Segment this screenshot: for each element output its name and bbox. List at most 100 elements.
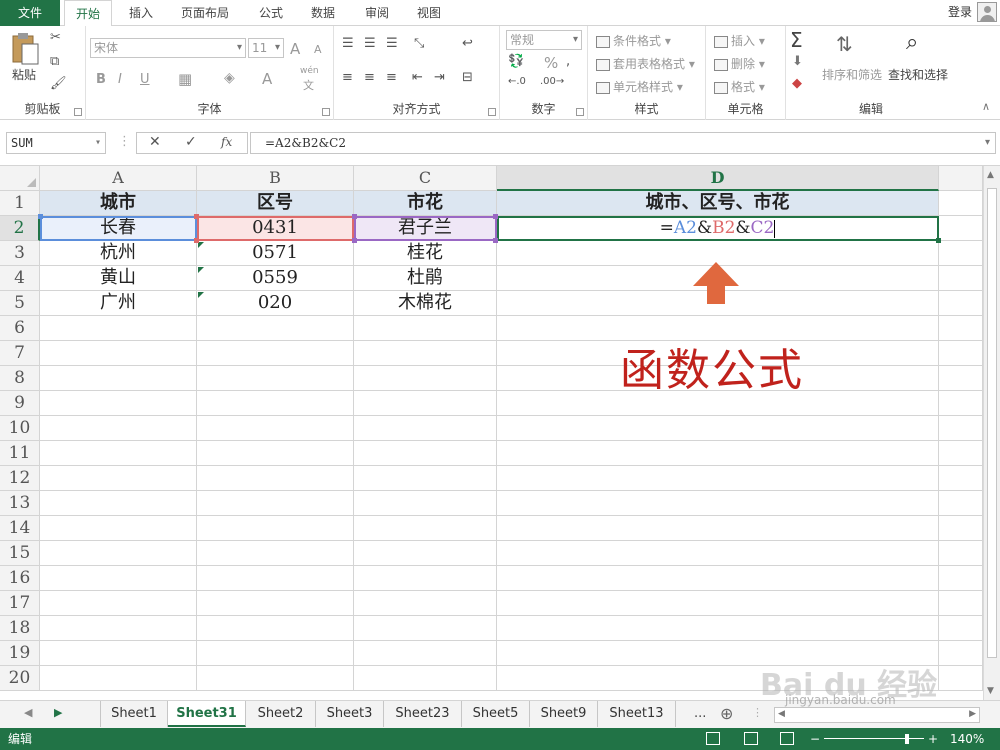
grid-cell[interactable] xyxy=(939,666,983,691)
grid-cell[interactable] xyxy=(354,516,497,541)
row-header-7[interactable]: 7 xyxy=(0,341,40,366)
grid-cell[interactable] xyxy=(40,491,197,516)
grid-cell[interactable] xyxy=(354,366,497,391)
row-header-13[interactable]: 13 xyxy=(0,491,40,516)
grid-cell[interactable] xyxy=(197,416,354,441)
cell-c5[interactable]: 木棉花 xyxy=(354,291,497,316)
copy-icon[interactable]: ⧉ xyxy=(50,54,59,69)
row-header-1[interactable]: 1 xyxy=(0,191,40,216)
formula-input[interactable]: =A2&B2&C2 ▾ xyxy=(250,132,996,154)
column-header-c[interactable]: C xyxy=(354,166,497,191)
cell-d2-editing[interactable]: =A2&B2&C2 xyxy=(497,216,939,241)
font-size-select[interactable]: 11 xyxy=(248,38,284,58)
comma-icon[interactable]: , xyxy=(566,54,570,69)
grid-cell[interactable] xyxy=(40,666,197,691)
autosum-icon[interactable]: Σ xyxy=(790,28,803,52)
orientation-icon[interactable]: ⤡ xyxy=(414,36,424,51)
fill-handle[interactable] xyxy=(936,238,941,243)
binoculars-icon[interactable]: ⌕ xyxy=(906,30,918,55)
row-header-19[interactable]: 19 xyxy=(0,641,40,666)
ref-handle-c2[interactable] xyxy=(352,214,357,219)
row-header-2[interactable]: 2 xyxy=(0,216,40,241)
zoom-slider-knob[interactable] xyxy=(905,734,909,744)
grid-cell[interactable] xyxy=(197,441,354,466)
tab-formulas[interactable]: 公式 xyxy=(248,0,294,26)
grid-cell[interactable] xyxy=(497,566,939,591)
grid-cell[interactable] xyxy=(197,341,354,366)
alignment-launcher-icon[interactable] xyxy=(488,108,496,116)
grid-cell[interactable] xyxy=(497,491,939,516)
worksheet-grid[interactable]: A B C D 1 2 3 4 5 6 7 8 9 10 11 12 13 14 15 16 17 18 19 20 … xyxy=(0,166,1000,700)
grid-cell[interactable] xyxy=(40,541,197,566)
grid-cell[interactable] xyxy=(354,616,497,641)
decrease-decimal-icon[interactable]: .00→ xyxy=(540,76,564,87)
merge-center-icon[interactable]: ⊟ xyxy=(462,70,473,85)
scroll-up-icon[interactable]: ▲ xyxy=(987,170,994,180)
sort-filter-icon[interactable]: ⇅ xyxy=(836,32,853,56)
row-header-12[interactable]: 12 xyxy=(0,466,40,491)
tab-home[interactable]: 开始 xyxy=(64,0,112,27)
row-header-20[interactable]: 20 xyxy=(0,666,40,691)
user-avatar-icon[interactable] xyxy=(977,2,997,22)
ref-handle-c2[interactable] xyxy=(352,238,357,243)
align-top-icon[interactable]: ☰ xyxy=(342,36,354,51)
column-header-d[interactable]: D xyxy=(497,166,939,191)
grid-cell[interactable] xyxy=(939,341,983,366)
format-painter-icon[interactable]: 🖌 xyxy=(50,76,67,91)
grid-cell[interactable] xyxy=(939,591,983,616)
align-bottom-icon[interactable]: ☰ xyxy=(386,36,398,51)
grid-cell[interactable] xyxy=(40,516,197,541)
grid-cell[interactable] xyxy=(40,616,197,641)
zoom-slider[interactable] xyxy=(824,738,924,739)
grid-cell[interactable] xyxy=(939,366,983,391)
grid-cell[interactable] xyxy=(939,516,983,541)
sheet-tab-sheet5[interactable]: Sheet5 xyxy=(462,701,530,727)
grid-cell[interactable] xyxy=(40,341,197,366)
cell-a3[interactable]: 杭州 xyxy=(40,241,197,266)
cut-icon[interactable]: ✂ xyxy=(50,30,61,45)
grid-cell[interactable] xyxy=(40,416,197,441)
grid-cell[interactable] xyxy=(939,216,983,241)
number-as-text-indicator[interactable] xyxy=(198,292,204,298)
delete-cells-button[interactable]: 删除 ▾ xyxy=(714,55,765,72)
grid-cell[interactable] xyxy=(939,441,983,466)
find-select-button[interactable]: 查找和选择 xyxy=(888,66,948,83)
name-box[interactable]: SUM ▾ xyxy=(6,132,106,154)
grid-cell[interactable] xyxy=(354,491,497,516)
ref-handle-c2[interactable] xyxy=(493,238,498,243)
wrap-text-icon[interactable]: ↩ xyxy=(462,36,473,51)
grid-cell[interactable] xyxy=(197,591,354,616)
grid-cell[interactable] xyxy=(40,441,197,466)
scroll-left-icon[interactable]: ◀ xyxy=(778,709,785,719)
page-layout-view-icon[interactable] xyxy=(744,732,758,745)
grid-cell[interactable] xyxy=(197,466,354,491)
grid-cell[interactable] xyxy=(497,516,939,541)
row-header-17[interactable]: 17 xyxy=(0,591,40,616)
zoom-in-icon[interactable]: + xyxy=(928,728,938,750)
grid-cell[interactable] xyxy=(40,566,197,591)
name-box-dropdown-icon[interactable]: ▾ xyxy=(95,133,101,153)
number-launcher-icon[interactable] xyxy=(576,108,584,116)
grid-cell[interactable] xyxy=(40,591,197,616)
grid-cell[interactable] xyxy=(939,391,983,416)
grid-cell[interactable] xyxy=(197,516,354,541)
grid-cell[interactable] xyxy=(197,616,354,641)
grid-cell[interactable] xyxy=(939,466,983,491)
font-name-select[interactable]: 宋体 xyxy=(90,38,246,58)
align-left-icon[interactable]: ≡ xyxy=(342,70,353,85)
grid-cell[interactable] xyxy=(197,491,354,516)
column-header-b[interactable]: B xyxy=(197,166,354,191)
tab-insert[interactable]: 插入 xyxy=(118,0,164,26)
vertical-scrollbar[interactable]: ▲ ▼ xyxy=(983,166,1000,700)
insert-function-icon[interactable]: fx xyxy=(221,135,232,149)
conditional-format-button[interactable]: 条件格式 ▾ xyxy=(596,32,671,49)
row-header-9[interactable]: 9 xyxy=(0,391,40,416)
sheet-tab-sheet23[interactable]: Sheet23 xyxy=(384,701,462,727)
cell-c1[interactable]: 市花 xyxy=(354,191,497,216)
horizontal-scrollbar[interactable]: ◀ ▶ xyxy=(774,707,980,723)
grid-cell[interactable] xyxy=(40,466,197,491)
align-middle-icon[interactable]: ☰ xyxy=(364,36,376,51)
insert-cells-button[interactable]: 插入 ▾ xyxy=(714,32,765,49)
grid-cell[interactable] xyxy=(197,541,354,566)
align-right-icon[interactable]: ≡ xyxy=(386,70,397,85)
